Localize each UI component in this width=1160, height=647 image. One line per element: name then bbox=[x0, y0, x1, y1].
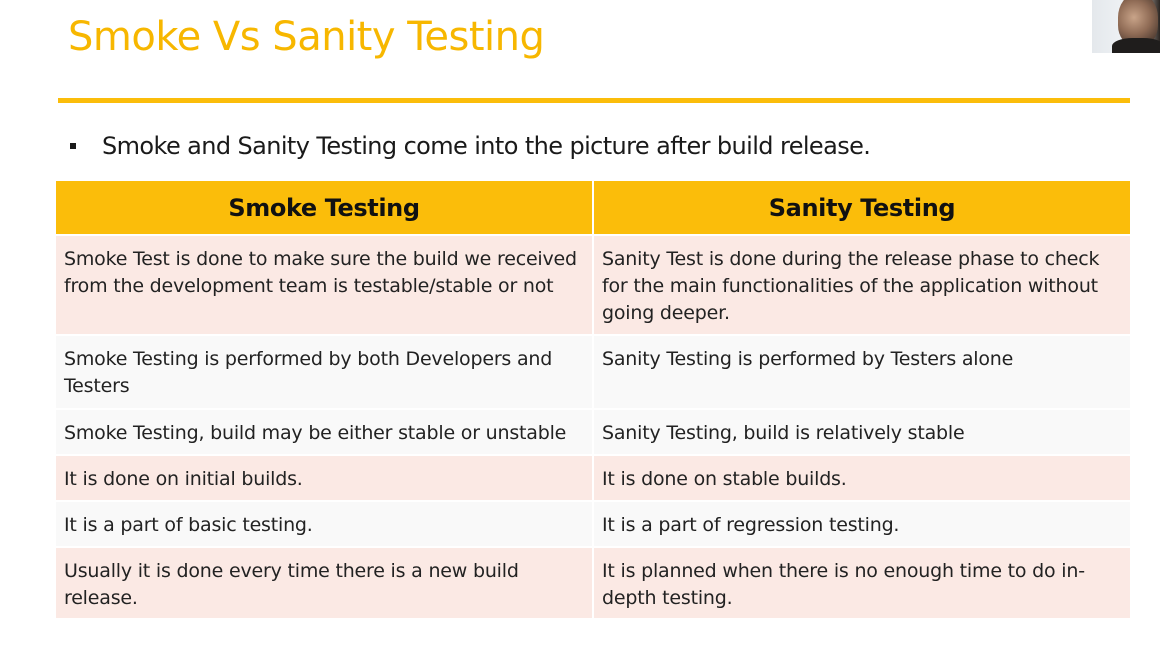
smoke-cell: Usually it is done every time there is a… bbox=[56, 546, 594, 618]
sanity-cell: It is planned when there is no enough ti… bbox=[593, 546, 1130, 618]
table-row: It is done on initial builds. It is done… bbox=[56, 454, 1130, 501]
smoke-cell: It is done on initial builds. bbox=[56, 454, 594, 501]
slide-title: Smoke Vs Sanity Testing bbox=[68, 14, 545, 60]
table-row: Usually it is done every time there is a… bbox=[56, 546, 1130, 618]
sanity-cell: It is a part of regression testing. bbox=[593, 500, 1130, 547]
presenter-body bbox=[1112, 38, 1160, 53]
bullet-text: Smoke and Sanity Testing come into the p… bbox=[102, 132, 871, 160]
header-sanity-testing: Sanity Testing bbox=[593, 181, 1130, 235]
sanity-cell: Sanity Testing, build is relatively stab… bbox=[593, 408, 1130, 455]
square-bullet-icon bbox=[70, 143, 76, 149]
table-row: Smoke Test is done to make sure the buil… bbox=[56, 234, 1130, 335]
table-row: It is a part of basic testing. It is a p… bbox=[56, 500, 1130, 547]
header-smoke-testing: Smoke Testing bbox=[56, 181, 594, 235]
comparison-table: Smoke Testing Sanity Testing Smoke Test … bbox=[56, 181, 1130, 618]
table-row: Smoke Testing is performed by both Devel… bbox=[56, 334, 1130, 409]
sanity-cell: Sanity Testing is performed by Testers a… bbox=[593, 334, 1130, 409]
webcam-overlay bbox=[1092, 0, 1160, 53]
table-header-row: Smoke Testing Sanity Testing bbox=[56, 181, 1130, 235]
title-underline bbox=[58, 98, 1130, 103]
smoke-cell: Smoke Test is done to make sure the buil… bbox=[56, 234, 594, 335]
smoke-cell: It is a part of basic testing. bbox=[56, 500, 594, 547]
smoke-cell: Smoke Testing, build may be either stabl… bbox=[56, 408, 594, 455]
sanity-cell: Sanity Test is done during the release p… bbox=[593, 234, 1130, 335]
slide: Smoke Vs Sanity Testing Smoke and Sanity… bbox=[0, 0, 1160, 647]
smoke-cell: Smoke Testing is performed by both Devel… bbox=[56, 334, 594, 409]
bullet-item: Smoke and Sanity Testing come into the p… bbox=[68, 132, 871, 160]
sanity-cell: It is done on stable builds. bbox=[593, 454, 1130, 501]
table-row: Smoke Testing, build may be either stabl… bbox=[56, 408, 1130, 455]
